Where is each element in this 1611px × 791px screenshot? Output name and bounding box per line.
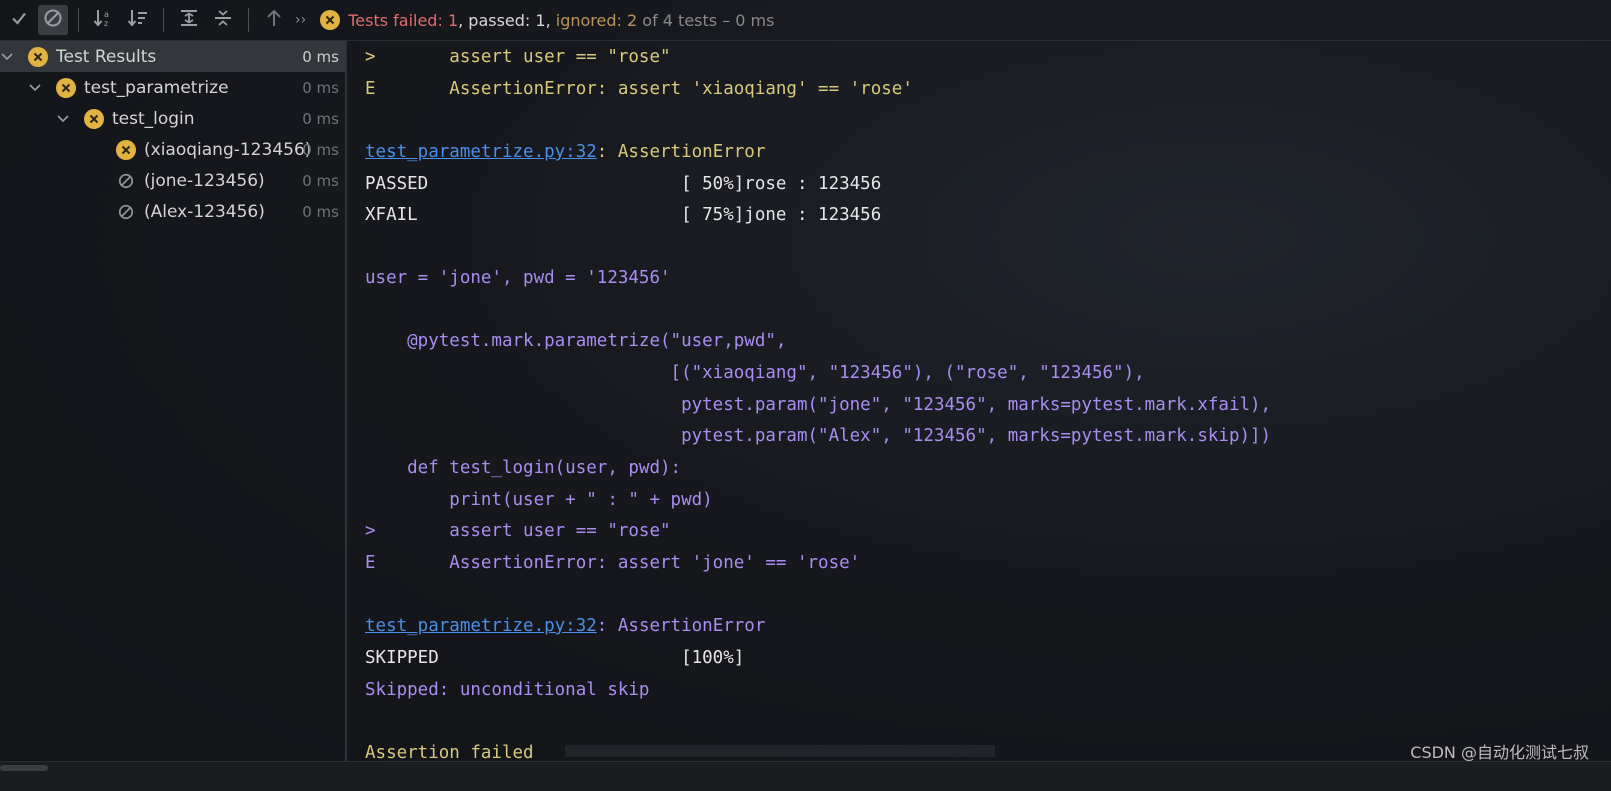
more-actions-chevron-icon[interactable]: ›› [295,12,306,28]
console-line: user = 'jone', pwd = '123456' [365,268,671,288]
svg-text:z: z [104,19,108,28]
source-link[interactable]: test_parametrize.py:32 [365,142,597,162]
expand-all-button[interactable] [174,5,204,35]
console-line: > assert user == "rose" [365,521,671,541]
console-line: test_parametrize.py:32: AssertionError [365,142,765,162]
tree-item-test-parametrize[interactable]: test_parametrize 0 ms [0,72,345,103]
sort-by-duration-button[interactable] [123,5,153,35]
tree-item-label: (xiaoqiang-123456) [144,139,312,160]
svg-text:a: a [104,10,109,19]
tree-horizontal-scrollbar[interactable] [0,765,48,771]
console-line: [("xiaoqiang", "123456"), ("rose", "1234… [365,363,1145,383]
tree-item-duration: 0 ms [302,202,339,221]
console-line: @pytest.mark.parametrize("user,pwd", [365,331,787,351]
tree-item-test-login[interactable]: test_login 0 ms [0,103,345,134]
passed-count: passed: 1 [468,10,546,30]
console-text: : AssertionError [596,616,766,636]
sort-alphabetically-button[interactable]: az [89,5,119,35]
status-separator: , [545,10,556,30]
ban-icon [43,8,63,32]
sort-duration-icon [127,8,149,32]
console-line: SKIPPED [100%] [365,648,745,668]
source-link[interactable]: test_parametrize.py:32 [365,616,597,636]
failed-icon [56,77,76,98]
tree-item-alex[interactable]: (Alex-123456) 0 ms [0,196,345,227]
chevron-down-icon[interactable] [56,114,70,123]
failed-count: Tests failed: 1 [348,10,459,30]
console-line: pytest.param("jone", "123456", marks=pyt… [365,395,1272,415]
status-separator: , [458,10,469,30]
toolbar-separator [78,8,79,32]
test-status-summary: Tests failed: 1 , passed: 1 , ignored: 2… [320,10,774,30]
watermark: CSDN @自动化测试七叔 [1410,743,1589,762]
test-runner-toolbar: az ›› Tests failed: 1 , passed: 1 , igno… [0,0,1611,41]
ignored-count: ignored: 2 [555,10,638,30]
console-output[interactable]: > assert user == "rose" E AssertionError… [347,41,1611,761]
console-line: XFAIL [ 75%]jone : 123456 [365,205,882,225]
test-results-tree: Test Results 0 ms test_parametrize 0 ms … [0,41,347,790]
tree-item-xiaoqiang[interactable]: (xiaoqiang-123456) 0 ms [0,134,345,165]
collapse-all-button[interactable] [208,5,238,35]
expand-all-icon [179,8,199,32]
total-tests-duration: of 4 tests – 0 ms [637,10,775,30]
tree-item-duration: 0 ms [302,109,339,128]
tree-item-duration: 0 ms [302,171,339,190]
tree-item-duration: 0 ms [302,140,339,159]
console-horizontal-scrollbar[interactable] [565,745,995,757]
tree-item-label: (Alex-123456) [144,201,265,222]
console-line: Assertion failed [365,743,534,761]
collapse-all-icon [213,8,233,32]
console-line: pytest.param("Alex", "123456", marks=pyt… [365,426,1272,446]
failed-icon [116,139,136,160]
bottom-status-bar [0,761,1611,791]
toolbar-separator [248,8,249,32]
console-line: PASSED [ 50%]rose : 123456 [365,174,882,194]
console-line: test_parametrize.py:32: AssertionError [365,616,765,636]
console-text: : AssertionError [596,142,766,162]
previous-failed-button[interactable] [259,5,289,35]
failed-icon [320,10,341,30]
tree-item-duration: 0 ms [302,78,339,97]
console-line: Skipped: unconditional skip [365,680,650,700]
tree-item-duration: 0 ms [302,47,339,66]
show-ignored-button[interactable] [38,5,68,35]
toolbar-separator [163,8,164,32]
sort-alpha-icon: az [93,8,115,32]
tree-item-label: (jone-123456) [144,170,265,191]
chevron-down-icon[interactable] [0,52,14,61]
arrow-up-icon [265,8,283,32]
tree-item-label: test_login [112,108,195,129]
tree-item-test-results[interactable]: Test Results 0 ms [0,41,345,72]
show-passed-button[interactable] [4,5,34,35]
checkmark-icon [10,9,28,31]
chevron-down-icon[interactable] [28,83,42,92]
tree-item-label: test_parametrize [84,77,229,98]
console-line: def test_login(user, pwd): [365,458,682,478]
console-line: > assert user == "rose" [365,47,671,67]
failed-icon [84,108,104,129]
failed-icon [28,46,48,67]
console-line: E AssertionError: assert 'jone' == 'rose… [365,553,861,573]
ignored-icon [118,204,134,220]
console-line: E AssertionError: assert 'xiaoqiang' == … [365,79,913,99]
console-line: print(user + " : " + pwd) [365,490,713,510]
ignored-icon [118,173,134,189]
tree-item-jone[interactable]: (jone-123456) 0 ms [0,165,345,196]
tree-item-label: Test Results [56,46,157,67]
